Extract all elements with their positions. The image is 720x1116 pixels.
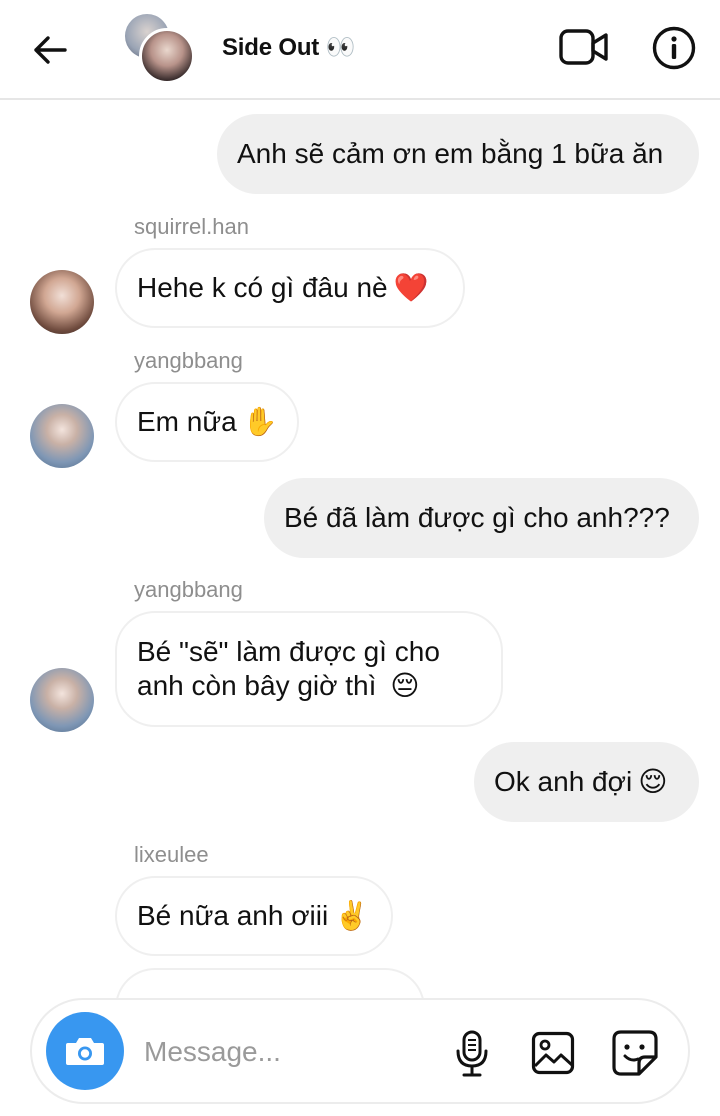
heart-emoji: ❤️ <box>393 272 429 303</box>
sender-name: yangbbang <box>134 348 243 373</box>
sender-name: yangbbang <box>134 577 243 602</box>
info-icon[interactable] <box>650 24 698 72</box>
pensive-face-emoji: 😔 <box>390 670 420 701</box>
chat-header: Side Out 👀 <box>0 0 720 100</box>
group-avatar[interactable] <box>125 14 195 84</box>
camera-icon[interactable] <box>46 1012 124 1090</box>
incoming-message[interactable]: Hehe k có gì đâu nè ❤️ <box>115 248 465 328</box>
sticker-icon[interactable] <box>610 1028 660 1078</box>
avatar[interactable] <box>30 668 94 732</box>
raised-hand-emoji: ✋ <box>242 406 278 437</box>
incoming-message[interactable]: Bé nữa anh ơiii ✌️ <box>115 876 393 956</box>
outgoing-message[interactable]: Ok anh đợi 😌 <box>474 742 699 822</box>
outgoing-message[interactable]: Bé đã làm được gì cho anh??? <box>264 478 699 558</box>
incoming-message[interactable]: Em nữa ✋ <box>115 382 299 462</box>
microphone-icon[interactable] <box>450 1028 494 1080</box>
chat-title-text: Side Out <box>222 34 320 61</box>
avatar[interactable] <box>30 404 94 468</box>
back-arrow-icon[interactable] <box>28 28 72 72</box>
chat-title[interactable]: Side Out 👀 <box>222 33 355 62</box>
victory-hand-emoji: ✌️ <box>334 900 370 931</box>
message-line-1: Bé "sẽ" làm được gì cho <box>137 636 440 667</box>
message-text: Hehe k có gì đâu nè <box>137 272 388 303</box>
outgoing-message[interactable]: Anh sẽ cảm ơn em bằng 1 bữa ăn <box>217 114 699 194</box>
group-avatar-front <box>139 28 195 84</box>
message-line-2: anh còn bây giờ thì 😔 <box>137 669 419 703</box>
message-text: Ok anh đợi <box>494 766 633 797</box>
message-input[interactable] <box>144 1028 434 1076</box>
video-call-icon[interactable] <box>556 22 612 72</box>
message-text: Bé nữa anh ơiii <box>137 900 329 931</box>
message-composer <box>30 998 690 1104</box>
chat-title-emoji: 👀 <box>325 34 356 61</box>
sender-name: lixeulee <box>134 842 209 867</box>
message-text: Anh sẽ cảm ơn em bằng 1 bữa ăn <box>237 138 664 169</box>
gallery-icon[interactable] <box>530 1030 576 1076</box>
avatar[interactable] <box>30 270 94 334</box>
message-text: Bé đã làm được gì cho anh??? <box>284 502 670 533</box>
message-text: Em nữa <box>137 406 237 437</box>
relieved-face-emoji: 😌 <box>638 766 668 797</box>
incoming-message[interactable]: Bé "sẽ" làm được gì cho anh còn bây giờ … <box>115 611 503 727</box>
sender-name: squirrel.han <box>134 214 249 239</box>
message-text: anh còn bây giờ thì <box>137 670 377 701</box>
